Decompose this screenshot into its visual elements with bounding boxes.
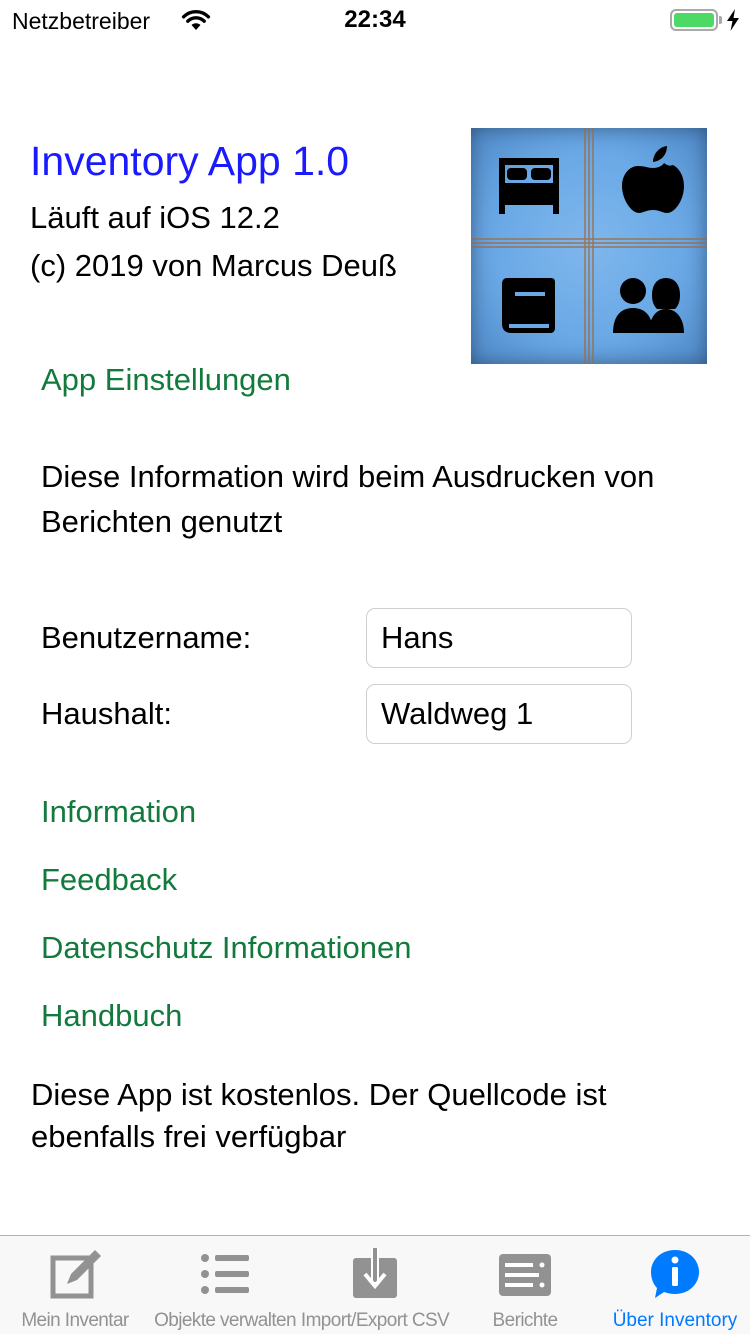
status-bar: Netzbetreiber 22:34 — [0, 0, 750, 40]
people-icon — [613, 278, 684, 333]
download-icon — [353, 1248, 397, 1298]
tab-bar: Mein Inventar Objekte verwalten Import/E… — [0, 1235, 750, 1334]
app-settings-link[interactable]: App Einstellungen — [41, 362, 291, 398]
username-label: Benutzername: — [41, 620, 252, 655]
clock: 22:34 — [344, 6, 406, 33]
charging-bolt-icon — [727, 9, 739, 31]
battery-cap — [719, 16, 722, 24]
tab-label: Berichte — [492, 1310, 559, 1331]
app-title: Inventory App 1.0 — [30, 138, 350, 184]
username-field[interactable] — [366, 608, 632, 668]
tab-import-export-csv[interactable]: Import/Export CSV — [300, 1236, 450, 1334]
report-icon — [499, 1254, 551, 1296]
copyright-text: (c) 2019 von Marcus Deuß — [30, 248, 397, 283]
book-icon — [502, 278, 555, 333]
list-icon — [201, 1254, 249, 1294]
tab-ueber-inventory[interactable]: Über Inventory — [600, 1236, 750, 1334]
free-app-text: Diese App ist kostenlos. Der Quellcode i… — [31, 1077, 607, 1154]
ios-version-text: Läuft auf iOS 12.2 — [30, 200, 280, 235]
tab-berichte[interactable]: Berichte — [450, 1236, 600, 1334]
tab-label: Import/Export CSV — [300, 1310, 450, 1331]
household-field[interactable] — [366, 684, 632, 744]
tab-label: Über Inventory — [612, 1310, 738, 1331]
privacy-link[interactable]: Datenschutz Informationen — [41, 930, 412, 966]
feedback-link[interactable]: Feedback — [41, 862, 177, 898]
battery-icon — [670, 9, 718, 31]
print-info-text: Diese Information wird beim Ausdrucken v… — [41, 459, 655, 539]
manual-link[interactable]: Handbuch — [41, 998, 182, 1034]
info-icon — [651, 1250, 699, 1298]
tab-mein-inventar[interactable]: Mein Inventar — [0, 1236, 150, 1334]
tab-objekte-verwalten[interactable]: Objekte verwalten — [150, 1236, 300, 1334]
apple-icon — [622, 146, 684, 213]
app-logo — [471, 128, 707, 364]
household-label: Haushalt: — [41, 696, 172, 731]
information-link[interactable]: Information — [41, 794, 196, 830]
tab-label: Objekte verwalten — [154, 1310, 296, 1331]
bed-icon — [499, 158, 559, 214]
edit-icon — [50, 1250, 101, 1299]
tab-label: Mein Inventar — [21, 1310, 129, 1331]
